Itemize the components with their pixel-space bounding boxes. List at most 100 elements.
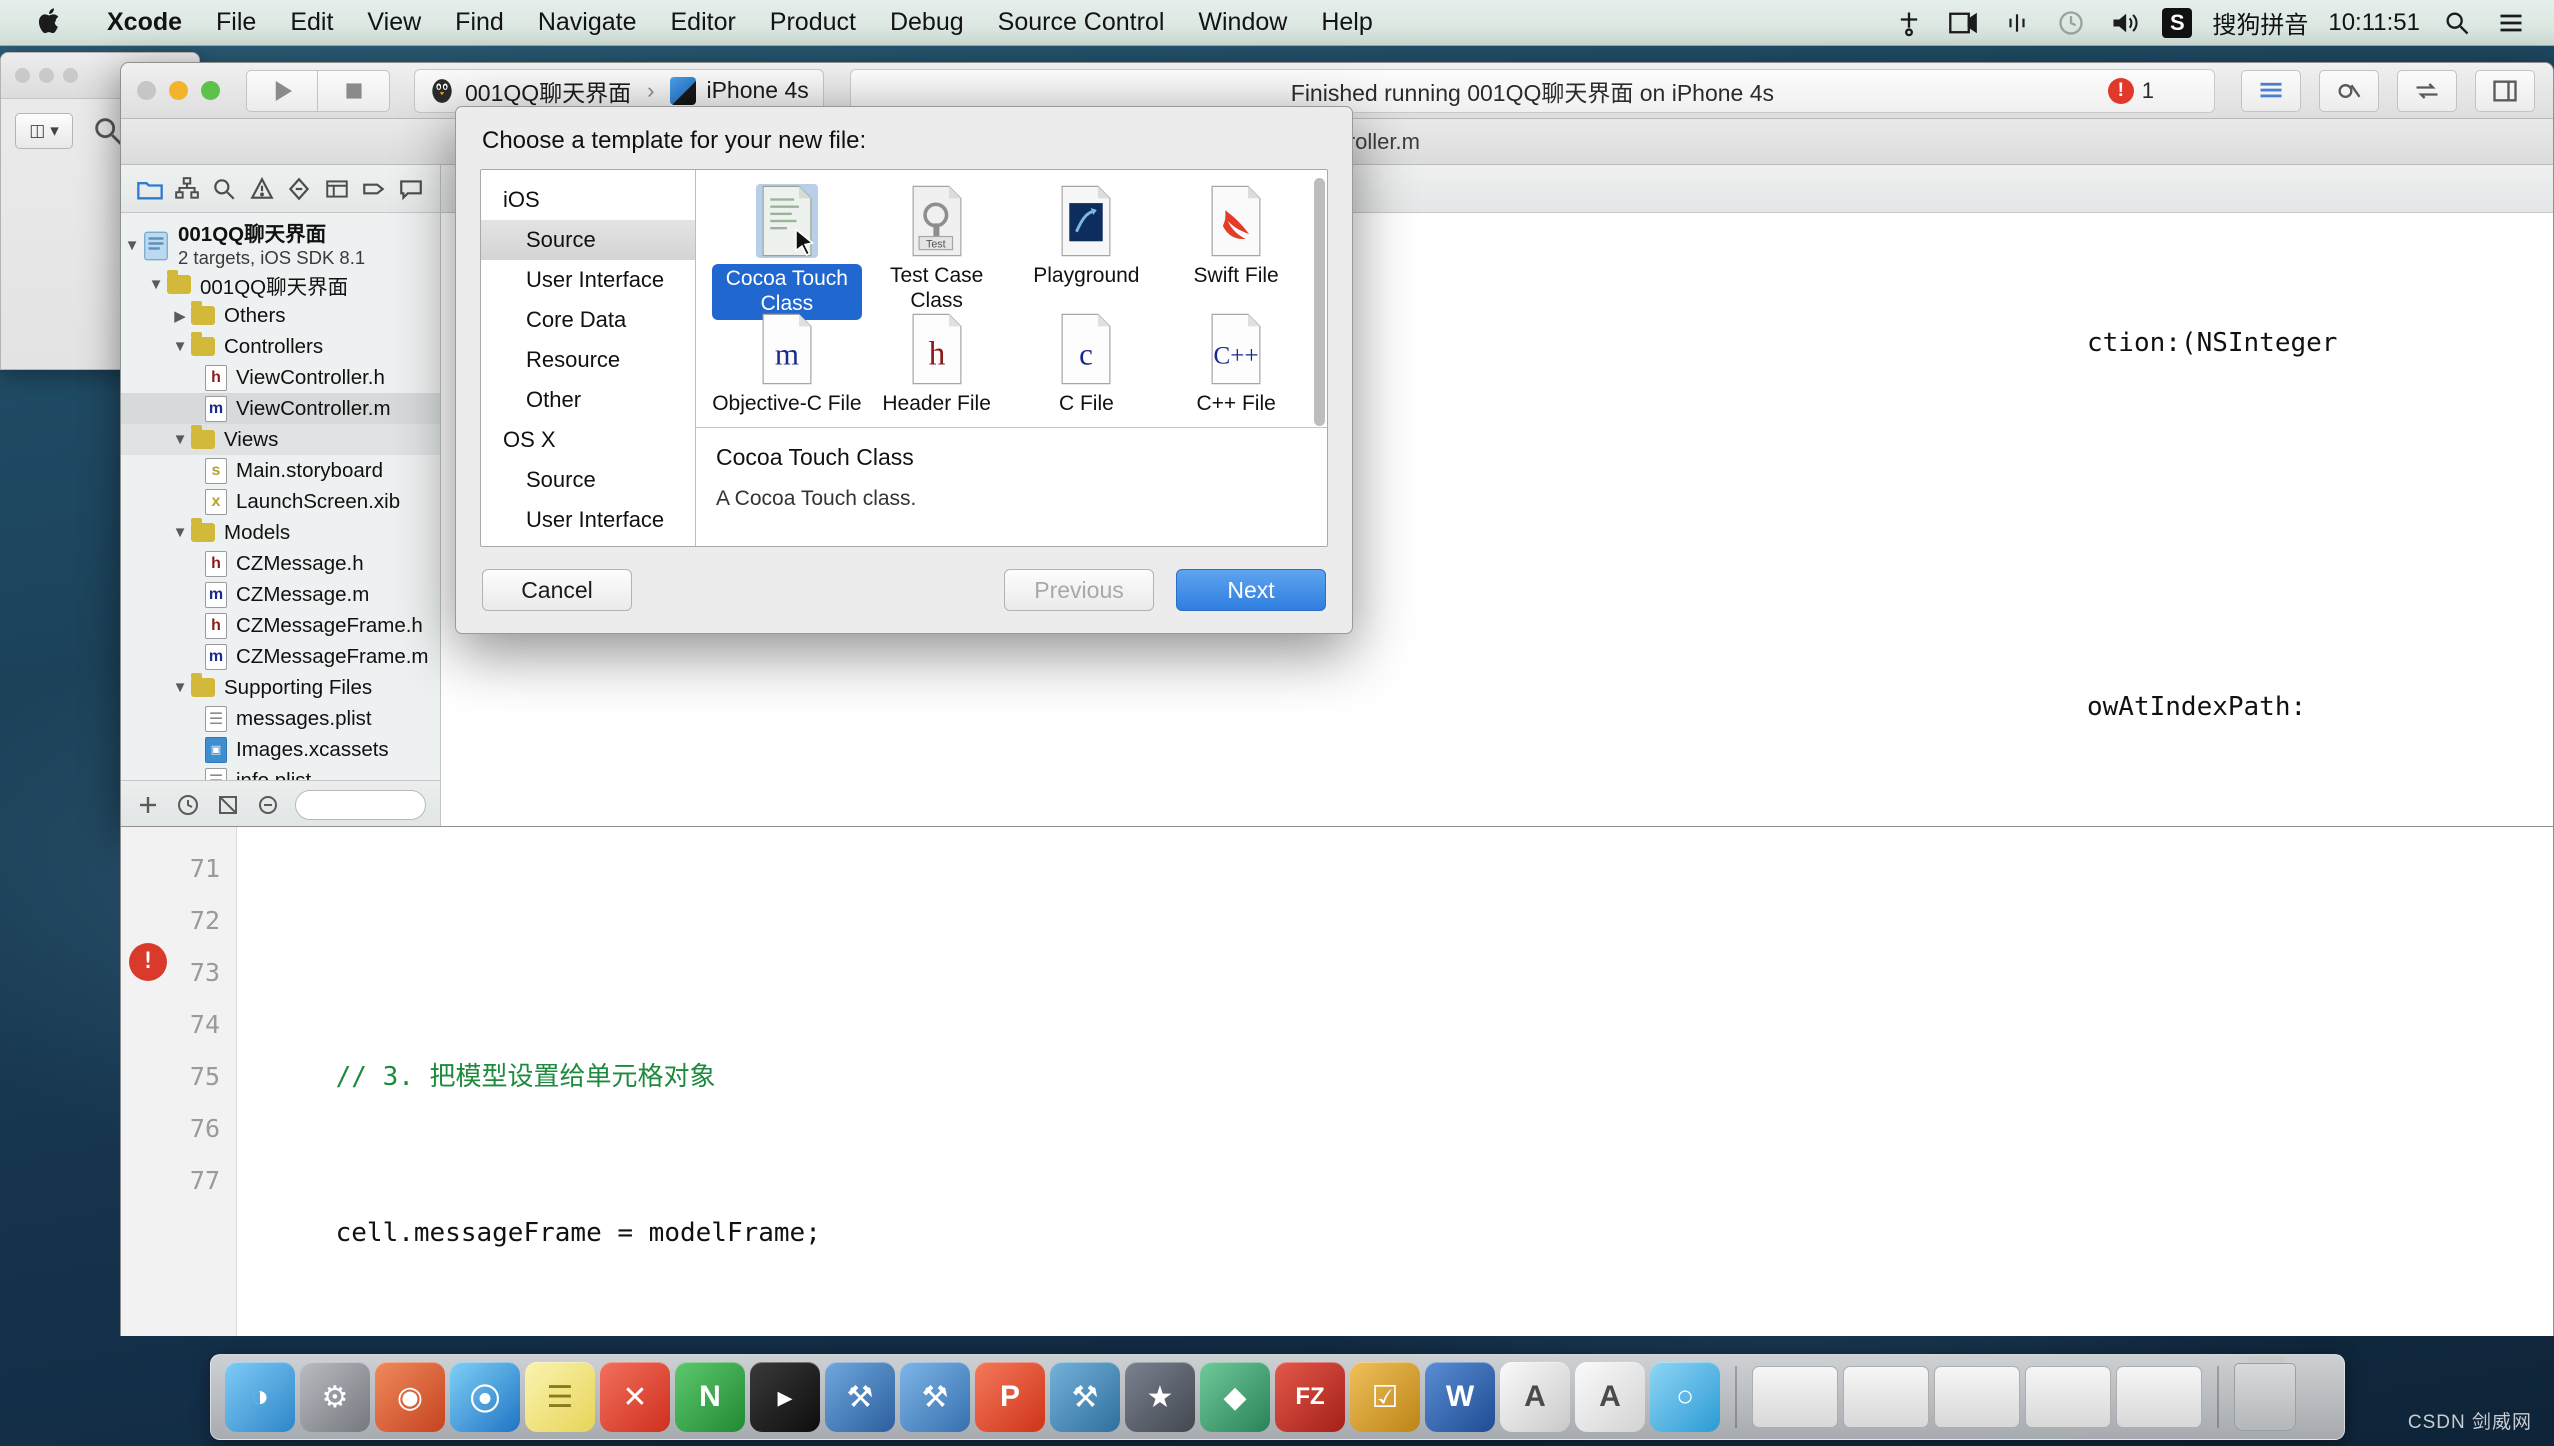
terminal-icon[interactable]: ▸ (750, 1362, 820, 1432)
issue-badge[interactable]: ! 1 (2107, 77, 2154, 104)
run-play-icon[interactable] (246, 69, 318, 112)
filezilla-icon[interactable]: FZ (1275, 1362, 1345, 1432)
bg-close-dot[interactable] (15, 68, 30, 83)
category-osx-core-data[interactable]: Core Data (481, 540, 695, 546)
tree-row-images-xcassets[interactable]: ▣ Images.xcassets (121, 734, 440, 765)
template-cocoa-touch-class[interactable]: Cocoa Touch Class (712, 184, 862, 320)
project-navigator-tab[interactable] (135, 174, 165, 204)
template-grid[interactable]: Cocoa Touch Class Test Test Case Class P… (696, 170, 1327, 428)
system-preferences-icon[interactable]: ⚙ (300, 1362, 370, 1432)
breakpoint-error-icon[interactable]: ! (129, 943, 167, 981)
symbol-navigator-tab[interactable] (172, 174, 202, 204)
twisty-open-icon[interactable]: ▼ (169, 338, 191, 355)
finder-icon[interactable]: ◑ (225, 1362, 295, 1432)
filter-icon[interactable] (255, 792, 281, 818)
template-category-list[interactable]: iOS Source User Interface Core Data Reso… (481, 170, 696, 546)
issue-navigator-tab[interactable] (247, 174, 277, 204)
debug-navigator-tab[interactable] (322, 174, 352, 204)
tree-row-czmessageframe-h[interactable]: h CZMessageFrame.h (121, 610, 440, 641)
source-control-icon[interactable] (215, 792, 241, 818)
menu-item-view[interactable]: View (350, 8, 438, 37)
trash-icon[interactable] (2234, 1356, 2296, 1431)
version-editor-icon[interactable] (2397, 69, 2457, 112)
evernote-icon[interactable]: N (675, 1362, 745, 1432)
tools-icon[interactable]: ⚒ (1050, 1362, 1120, 1432)
word-icon[interactable]: W (1425, 1362, 1495, 1432)
minimized-window-2[interactable] (1843, 1366, 1929, 1428)
menu-item-editor[interactable]: Editor (653, 8, 752, 37)
menu-item-file[interactable]: File (199, 8, 273, 37)
tree-row-info-plist[interactable]: ☰ info.plist (121, 765, 440, 780)
previous-button[interactable]: Previous (1004, 569, 1154, 611)
tree-row-czmessage-m[interactable]: m CZMessage.m (121, 579, 440, 610)
tree-row-czmessageframe-m[interactable]: m CZMessageFrame.m (121, 641, 440, 672)
template-c-file[interactable]: c C File (1012, 312, 1162, 427)
volume-icon[interactable] (2108, 6, 2142, 40)
find-navigator-tab[interactable] (209, 174, 239, 204)
bg-sidebar-toggle[interactable]: ◫ ▾ (15, 113, 73, 149)
messages-icon[interactable]: ○ (1650, 1362, 1720, 1432)
apple-logo-icon[interactable] (38, 6, 68, 40)
launchpad-icon[interactable]: ◉ (375, 1362, 445, 1432)
minimized-window-5[interactable] (2116, 1366, 2202, 1428)
category-ios-user-interface[interactable]: User Interface (481, 260, 695, 300)
template-test-case-class[interactable]: Test Test Case Class (862, 184, 1012, 312)
imovie-icon[interactable]: ★ (1125, 1362, 1195, 1432)
tree-row-views[interactable]: ▼ Views (121, 424, 440, 455)
category-ios-other[interactable]: Other (481, 380, 695, 420)
tree-row-viewcontroller-h[interactable]: h ViewController.h (121, 362, 440, 393)
twisty-open-icon[interactable]: ▼ (169, 524, 191, 541)
bg-zoom-dot[interactable] (63, 68, 78, 83)
assistant-editor-icon[interactable] (2319, 69, 2379, 112)
log-navigator-tab[interactable] (396, 174, 426, 204)
sketch-icon[interactable]: ◆ (1200, 1362, 1270, 1432)
app-store-icon[interactable]: A (1575, 1362, 1645, 1432)
tree-row-messages-plist[interactable]: ☰ messages.plist (121, 703, 440, 734)
standard-editor-icon[interactable] (2241, 69, 2301, 112)
twisty-open-icon[interactable]: ▼ (121, 237, 143, 254)
notes-icon[interactable]: ☰ (525, 1362, 595, 1432)
menu-item-help[interactable]: Help (1304, 8, 1389, 37)
template-playground[interactable]: Playground (1012, 184, 1162, 312)
charles-icon[interactable]: ☑ (1350, 1362, 1420, 1432)
tree-row-others[interactable]: ▶ Others (121, 300, 440, 331)
recent-clock-icon[interactable] (175, 792, 201, 818)
xmind-icon[interactable]: ✕ (600, 1362, 670, 1432)
editor-code-lines[interactable]: // 3. 把模型设置给单元格对象 cell.messageFrame = mo… (237, 827, 821, 1336)
utilities-panel-icon[interactable] (2475, 69, 2535, 112)
tree-row-viewcontroller-m[interactable]: m ViewController.m (121, 393, 440, 424)
safari-icon[interactable]: ⦿ (450, 1362, 520, 1432)
tree-row-controllers[interactable]: ▼ Controllers (121, 331, 440, 362)
tree-row-launchscreen-xib[interactable]: x LaunchScreen.xib (121, 486, 440, 517)
close-button[interactable] (137, 81, 156, 100)
menu-item-window[interactable]: Window (1181, 8, 1304, 37)
menu-item-edit[interactable]: Edit (273, 8, 350, 37)
stop-square-icon[interactable] (318, 69, 390, 112)
template-header-file[interactable]: h Header File (862, 312, 1012, 427)
twisty-closed-icon[interactable]: ▶ (169, 307, 191, 325)
test-navigator-tab[interactable] (284, 174, 314, 204)
menu-item-find[interactable]: Find (438, 8, 521, 37)
input-method-label[interactable]: 搜狗拼音 (2212, 5, 2308, 40)
minimize-button[interactable] (169, 81, 188, 100)
template-objective-c-file[interactable]: m Objective-C File (712, 312, 862, 427)
time-machine-icon[interactable] (2054, 6, 2088, 40)
minimized-window-1[interactable] (1752, 1366, 1838, 1428)
menu-item-navigate[interactable]: Navigate (521, 8, 654, 37)
cancel-button[interactable]: Cancel (482, 569, 632, 611)
category-ios-resource[interactable]: Resource (481, 340, 695, 380)
bg-minimize-dot[interactable] (39, 68, 54, 83)
xcode-beta-icon[interactable]: ⚒ (900, 1362, 970, 1432)
template-cpp-file[interactable]: C++ C++ File (1161, 312, 1311, 427)
category-osx-source[interactable]: Source (481, 460, 695, 500)
tree-row-czmessage-h[interactable]: h CZMessage.h (121, 548, 440, 579)
menu-item-debug[interactable]: Debug (873, 8, 981, 37)
scissors-icon[interactable] (1892, 6, 1926, 40)
tree-row-main-storyboard[interactable]: s Main.storyboard (121, 455, 440, 486)
menubar-clock[interactable]: 10:11:51 (2328, 9, 2420, 37)
tree-row-models[interactable]: ▼ Models (121, 517, 440, 548)
next-button[interactable]: Next (1176, 569, 1326, 611)
zoom-button[interactable] (201, 81, 220, 100)
minimized-window-3[interactable] (1934, 1366, 2020, 1428)
notification-center-icon[interactable] (2494, 6, 2528, 40)
